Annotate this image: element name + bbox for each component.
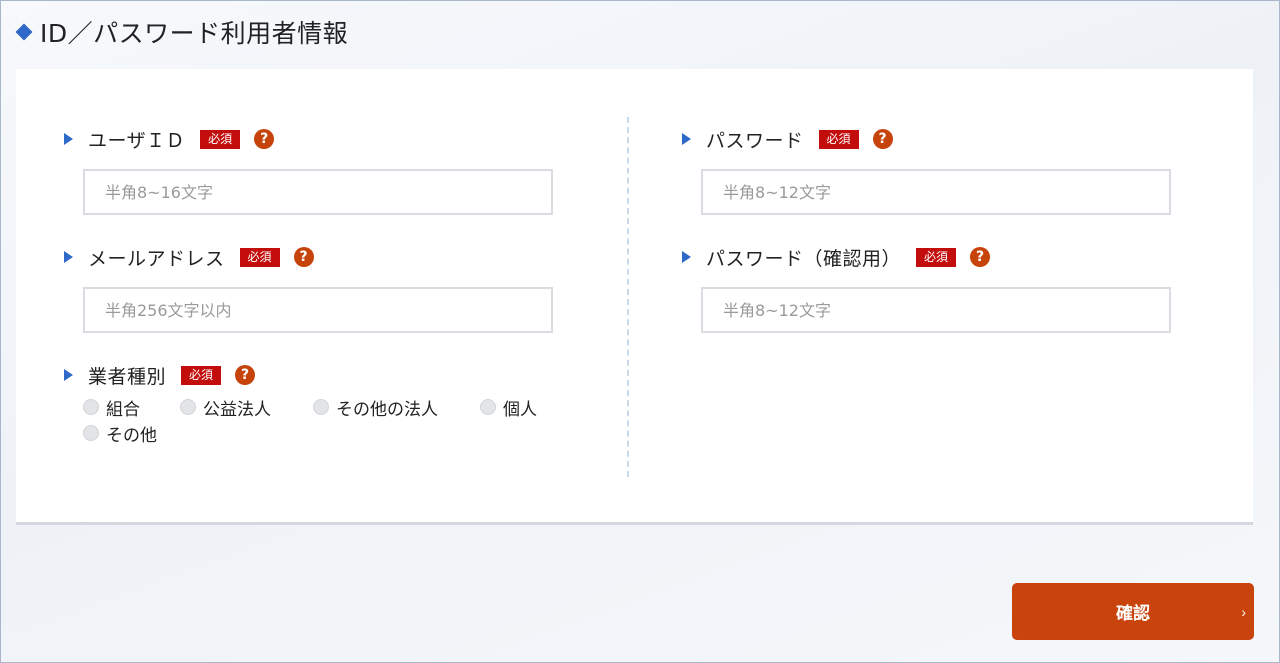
help-icon[interactable]: ? xyxy=(293,247,314,267)
triangle-right-icon xyxy=(682,133,691,145)
password-confirm-label: パスワード（確認用） xyxy=(706,247,902,270)
confirm-button[interactable]: 確認 › xyxy=(1012,583,1254,640)
user-id-label: ユーザＩＤ xyxy=(88,129,186,152)
radio-label: 個人 xyxy=(503,399,537,420)
radio-label: 組合 xyxy=(106,399,140,420)
radio-option-individual[interactable]: 個人 xyxy=(480,395,537,420)
business-type-label: 業者種別 xyxy=(88,365,167,388)
required-badge: 必須 xyxy=(181,365,222,385)
help-icon[interactable]: ? xyxy=(872,129,893,149)
radio-button[interactable] xyxy=(180,399,196,415)
help-icon[interactable]: ? xyxy=(970,247,991,267)
required-badge: 必須 xyxy=(818,129,859,149)
form-card: ユーザＩＤ 必須 ? メールアドレス 必須 ? 業者種別 必須 ? xyxy=(16,69,1253,525)
email-label-row: メールアドレス 必須 ? xyxy=(64,244,314,270)
radio-button[interactable] xyxy=(83,399,99,415)
diamond-icon xyxy=(15,23,33,41)
user-id-label-row: ユーザＩＤ 必須 ? xyxy=(64,126,275,152)
radio-button[interactable] xyxy=(83,425,99,441)
email-input[interactable] xyxy=(83,287,553,333)
radio-option-other[interactable]: その他 xyxy=(83,421,157,446)
window-frame: ID／パスワード利用者情報 ユーザＩＤ 必須 ? メールアドレス 必須 ? xyxy=(0,0,1280,663)
radio-label: その他の法人 xyxy=(336,399,438,420)
help-icon[interactable]: ? xyxy=(235,365,256,385)
radio-button[interactable] xyxy=(313,399,329,415)
radio-button[interactable] xyxy=(480,399,496,415)
password-input[interactable] xyxy=(701,169,1171,215)
email-label: メールアドレス xyxy=(88,247,225,270)
triangle-right-icon xyxy=(64,369,73,381)
business-type-label-row: 業者種別 必須 ? xyxy=(64,362,256,388)
column-divider xyxy=(627,117,629,477)
triangle-right-icon xyxy=(64,133,73,145)
password-confirm-input[interactable] xyxy=(701,287,1171,333)
radio-label: 公益法人 xyxy=(203,399,271,420)
radio-option-other-corp[interactable]: その他の法人 xyxy=(313,395,438,420)
required-badge: 必須 xyxy=(916,247,957,267)
user-id-input[interactable] xyxy=(83,169,553,215)
triangle-right-icon xyxy=(682,251,691,263)
radio-option-kumiai[interactable]: 組合 xyxy=(83,395,140,420)
required-badge: 必須 xyxy=(239,247,280,267)
password-confirm-label-row: パスワード（確認用） 必須 ? xyxy=(682,244,991,270)
chevron-right-icon: › xyxy=(1241,604,1246,620)
password-label-row: パスワード 必須 ? xyxy=(682,126,893,152)
section-title: ID／パスワード利用者情報 xyxy=(40,19,349,48)
radio-option-public-corp[interactable]: 公益法人 xyxy=(180,395,271,420)
help-icon[interactable]: ? xyxy=(254,129,275,149)
password-label: パスワード xyxy=(706,129,804,152)
triangle-right-icon xyxy=(64,251,73,263)
required-badge: 必須 xyxy=(200,129,241,149)
confirm-button-label: 確認 xyxy=(1116,604,1150,623)
radio-label: その他 xyxy=(106,425,157,446)
section-header: ID／パスワード利用者情報 xyxy=(15,15,348,49)
